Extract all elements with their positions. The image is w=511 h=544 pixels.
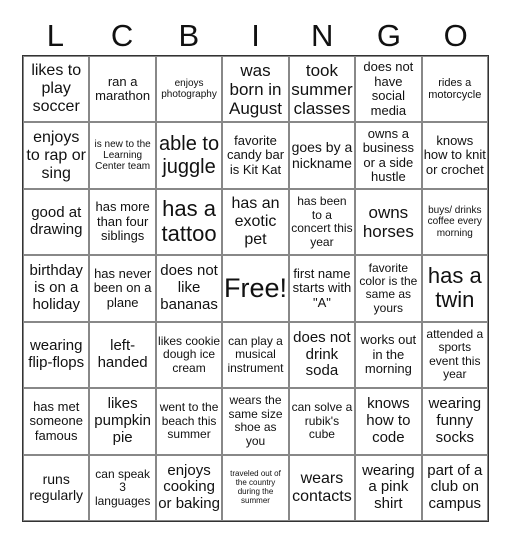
bingo-cell[interactable]: buys/ drinks coffee every morning [421, 188, 488, 256]
bingo-cell[interactable]: wears contacts [288, 454, 356, 521]
bingo-cell[interactable]: attended a sports event this year [421, 321, 488, 389]
bingo-cell[interactable]: likes to play soccer [23, 56, 90, 123]
bingo-cell[interactable]: enjoys to rap or sing [23, 122, 90, 189]
bingo-cell[interactable]: has an exotic pet [222, 188, 289, 256]
bingo-cell[interactable]: wearing flip-flops [23, 321, 90, 389]
bingo-cell[interactable]: knows how to knit or crochet [421, 122, 488, 189]
header-letter: O [443, 18, 468, 53]
bingo-cell[interactable]: is new to the Learning Center team [89, 122, 156, 189]
bingo-cell[interactable]: likes cookie dough ice cream [155, 321, 223, 389]
bingo-cell[interactable]: works out in the morning [355, 321, 422, 389]
bingo-cell[interactable]: has more than four siblings [89, 188, 156, 256]
bingo-cell[interactable]: part of a club on campus [421, 454, 488, 521]
bingo-cell[interactable]: owns horses [355, 188, 422, 256]
free-space-cell[interactable]: Free! [222, 255, 289, 322]
bingo-cell[interactable]: favorite color is the same as yours [355, 255, 422, 322]
bingo-grid: likes to play soccer ran a marathon enjoys… [22, 55, 489, 522]
bingo-cell[interactable]: has a tattoo [155, 188, 223, 256]
bingo-cell[interactable]: birthday is on a holiday [23, 255, 90, 322]
bingo-cell[interactable]: favorite candy bar is Kit Kat [222, 122, 289, 189]
bingo-cell[interactable]: goes by a nickname [288, 122, 356, 189]
bingo-cell[interactable]: can solve a rubik's cube [288, 388, 356, 455]
bingo-cell[interactable]: able to juggle [155, 122, 223, 189]
bingo-cell[interactable]: owns a business or a side hustle [355, 122, 422, 189]
bingo-cell[interactable]: does not like bananas [155, 255, 223, 322]
bingo-cell[interactable]: rides a motorcycle [421, 56, 488, 123]
header-letter: C [110, 18, 134, 53]
bingo-cell[interactable]: was born in August [222, 56, 289, 123]
bingo-cell[interactable]: went to the beach this summer [155, 388, 223, 455]
bingo-cell[interactable]: does not have social media [355, 56, 422, 123]
bingo-cell[interactable]: first name starts with "A" [288, 255, 356, 322]
bingo-cell[interactable]: good at drawing [23, 188, 90, 256]
bingo-cell[interactable]: wears the same size shoe as you [222, 388, 289, 455]
bingo-cell[interactable]: has never been on a plane [89, 255, 156, 322]
bingo-cell[interactable]: has been to a concert this year [288, 188, 356, 256]
bingo-cell[interactable]: enjoys cooking or baking [155, 454, 223, 521]
header-letter: I [251, 18, 260, 53]
header-letter: N [311, 18, 334, 53]
bingo-cell[interactable]: ran a marathon [89, 56, 156, 123]
bingo-cell[interactable]: knows how to code [355, 388, 422, 455]
bingo-cell[interactable]: wearing funny socks [421, 388, 488, 455]
bingo-cell[interactable]: runs regularly [23, 454, 90, 521]
bingo-cell[interactable]: does not drink soda [288, 321, 356, 389]
bingo-cell[interactable]: enjoys photography [155, 56, 223, 123]
bingo-cell[interactable]: left-handed [89, 321, 156, 389]
bingo-cell[interactable]: traveled out of the country during the s… [222, 454, 289, 521]
bingo-cell[interactable]: can speak 3 languages [89, 454, 156, 521]
header-letter: B [178, 18, 200, 53]
bingo-cell[interactable]: wearing a pink shirt [355, 454, 422, 521]
bingo-cell[interactable]: has a twin [421, 255, 488, 322]
bingo-cell[interactable]: can play a musical instrument [222, 321, 289, 389]
bingo-cell[interactable]: has met someone famous [23, 388, 90, 455]
bingo-cell[interactable]: likes pumpkin pie [89, 388, 156, 455]
bingo-cell[interactable]: took summer classes [288, 56, 356, 123]
bingo-header: LCBINGO [22, 18, 489, 54]
header-letter: G [376, 18, 402, 53]
header-letter: L [46, 18, 64, 53]
